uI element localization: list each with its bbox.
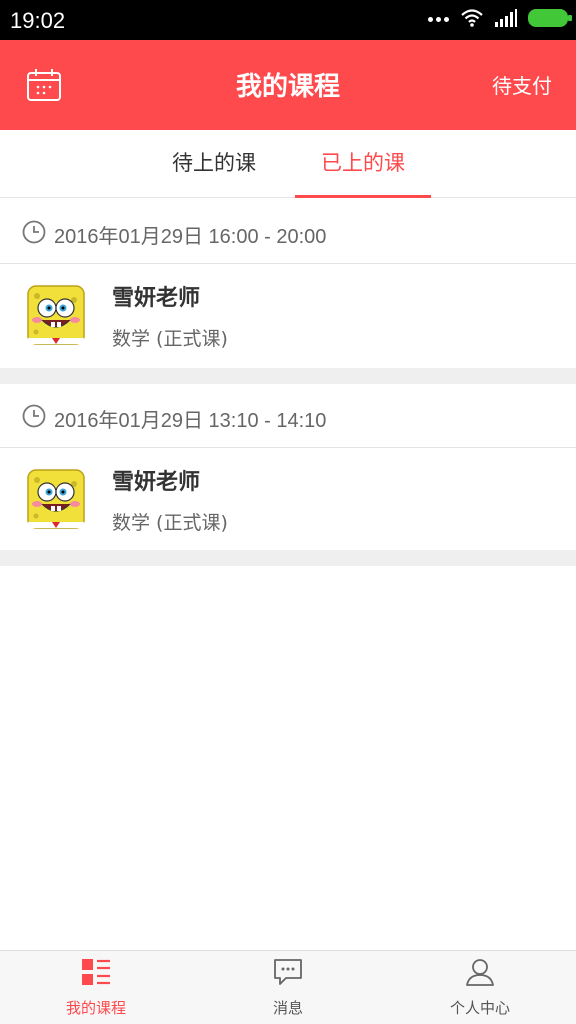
nav-label: 个人中心 <box>449 999 510 1017</box>
teacher-row: 雪妍老师 数学 (正式课) <box>0 264 576 368</box>
nav-messages[interactable]: 消息 <box>192 951 384 1024</box>
nav-label: 我的课程 <box>65 999 126 1017</box>
status-icons <box>428 8 572 28</box>
avatar <box>27 285 85 345</box>
course-time-row: 2016年01月29日 13:10 - 14:10 <box>0 384 576 448</box>
page-title: 我的课程 <box>235 72 340 102</box>
message-icon <box>274 959 302 985</box>
teacher-name: 雪妍老师 <box>112 286 201 311</box>
profile-icon <box>466 959 494 986</box>
status-time: 19:02 <box>10 8 66 33</box>
bottom-nav: 我的课程 消息 个人中心 <box>0 950 576 1024</box>
tab-upcoming-label: 待上的课 <box>172 151 256 175</box>
clock-icon <box>22 404 46 428</box>
card-divider <box>0 368 576 384</box>
signal-icon <box>495 9 517 27</box>
nav-label: 消息 <box>272 999 303 1017</box>
course-name: 数学 (正式课) <box>112 328 228 350</box>
wifi-icon <box>461 9 483 27</box>
course-list-icon <box>82 959 110 985</box>
teacher-name: 雪妍老师 <box>112 470 201 495</box>
course-name: 数学 (正式课) <box>112 512 228 534</box>
teacher-row: 雪妍老师 数学 (正式课) <box>0 448 576 552</box>
course-card[interactable]: 2016年01月29日 16:00 - 20:00 雪妍老师 数学 (正式课) <box>0 200 576 368</box>
app-header: 我的课程 待支付 <box>0 40 576 130</box>
status-bar: 19:02 <box>0 0 576 40</box>
course-card[interactable]: 2016年01月29日 13:10 - 14:10 雪妍老师 数学 (正式课) <box>0 384 576 552</box>
course-time: 2016年01月29日 16:00 - 20:00 <box>54 226 327 248</box>
tab-completed-label: 已上的课 <box>321 151 405 175</box>
battery-icon <box>528 9 572 27</box>
tab-upcoming[interactable]: 待上的课 <box>146 130 282 198</box>
tab-active-indicator <box>295 195 431 198</box>
nav-profile[interactable]: 个人中心 <box>384 951 576 1024</box>
clock-icon <box>22 220 46 244</box>
more-dots-icon <box>428 14 450 22</box>
avatar <box>27 469 85 529</box>
tab-completed[interactable]: 已上的课 <box>295 130 431 198</box>
pending-payment-button[interactable]: 待支付 <box>492 70 552 99</box>
card-divider <box>0 550 576 566</box>
nav-my-courses[interactable]: 我的课程 <box>0 951 192 1024</box>
course-time-row: 2016年01月29日 16:00 - 20:00 <box>0 200 576 264</box>
course-tabs: 待上的课 已上的课 <box>0 130 576 198</box>
course-time: 2016年01月29日 13:10 - 14:10 <box>54 410 327 432</box>
